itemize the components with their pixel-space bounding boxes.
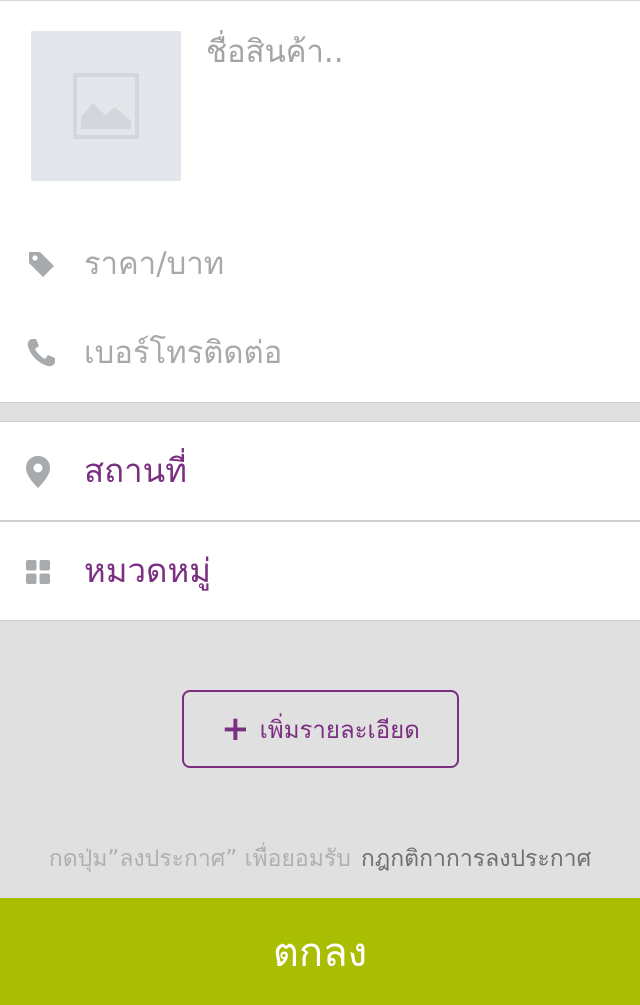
terms-link[interactable]: กฎกติกาการลงประกาศ: [361, 846, 591, 872]
price-field: [0, 232, 640, 296]
add-photo-button[interactable]: [31, 31, 181, 181]
listing-form-card: [0, 0, 640, 403]
location-selector[interactable]: สถานที่: [0, 421, 640, 521]
phone-field: [0, 321, 640, 385]
image-placeholder-icon: [73, 73, 139, 139]
terms-prefix: กดปุ่ม”ลงประกาศ” เพื่อยอมรับ: [48, 846, 351, 872]
grid-icon: [22, 555, 54, 589]
terms-notice: กดปุ่ม”ลงประกาศ” เพื่อยอมรับ กฎกติกาการลง…: [0, 840, 640, 878]
price-input[interactable]: [84, 239, 604, 289]
location-label: สถานที่: [84, 451, 187, 490]
phone-icon: [24, 336, 58, 370]
map-pin-icon: [22, 455, 54, 489]
add-details-button[interactable]: + เพิ่มรายละเอียด: [182, 690, 459, 768]
submit-button[interactable]: ตกลง: [0, 898, 640, 1005]
category-label: หมวดหมู่: [84, 551, 211, 590]
tag-icon: [24, 247, 58, 281]
phone-input[interactable]: [84, 328, 604, 378]
category-selector[interactable]: หมวดหมู่: [0, 521, 640, 621]
plus-icon: +: [221, 709, 250, 749]
product-name-input[interactable]: [206, 27, 616, 77]
add-details-label: เพิ่มรายละเอียด: [259, 715, 420, 744]
